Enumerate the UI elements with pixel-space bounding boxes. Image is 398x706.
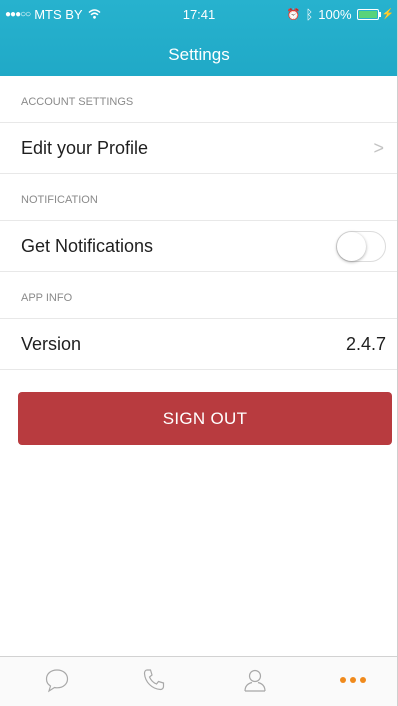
sign-out-button[interactable]: SIGN OUT	[18, 392, 392, 445]
alarm-icon: ⏰	[286, 9, 301, 21]
page-title: Settings	[168, 45, 230, 64]
header: ●●●○○ MTS BY 17:41 ⏰ ᛒ 100% ⚡ Settings	[0, 0, 398, 76]
settings-list: ACCOUNT SETTINGS Edit your Profile > NOT…	[0, 76, 398, 370]
battery-percent: 100%	[318, 7, 352, 22]
section-header-app-info: APP INFO	[0, 272, 398, 319]
chevron-right-icon: >	[373, 137, 384, 158]
toggle-knob	[337, 231, 366, 261]
section-header-notification: NOTIFICATION	[0, 174, 398, 221]
section-header-account: ACCOUNT SETTINGS	[0, 76, 398, 123]
battery-icon	[356, 9, 381, 20]
tab-contacts[interactable]	[240, 665, 270, 695]
version-row: Version 2.4.7	[0, 319, 398, 370]
bluetooth-icon: ᛒ	[305, 7, 314, 22]
settings-screen: ●●●○○ MTS BY 17:41 ⏰ ᛒ 100% ⚡ Settings A…	[0, 0, 398, 706]
notifications-toggle[interactable]	[336, 230, 386, 262]
status-bar: ●●●○○ MTS BY 17:41 ⏰ ᛒ 100% ⚡	[0, 0, 398, 30]
tab-calls[interactable]	[139, 665, 169, 695]
get-notifications-row: Get Notifications	[0, 221, 398, 272]
more-icon	[340, 677, 366, 683]
contacts-icon	[244, 669, 266, 692]
tab-more[interactable]	[338, 665, 368, 695]
version-value: 2.4.7	[345, 333, 386, 354]
charging-icon: ⚡	[381, 9, 394, 20]
phone-icon	[143, 669, 165, 691]
version-label: Version	[21, 333, 82, 354]
tab-bar	[0, 656, 398, 706]
status-right: ⏰ ᛒ 100% ⚡	[287, 7, 394, 22]
chat-icon	[45, 669, 69, 693]
get-notifications-label: Get Notifications	[21, 235, 154, 256]
edit-profile-label: Edit your Profile	[21, 137, 149, 158]
edit-profile-row[interactable]: Edit your Profile >	[0, 123, 398, 174]
tab-chat[interactable]	[42, 665, 72, 695]
